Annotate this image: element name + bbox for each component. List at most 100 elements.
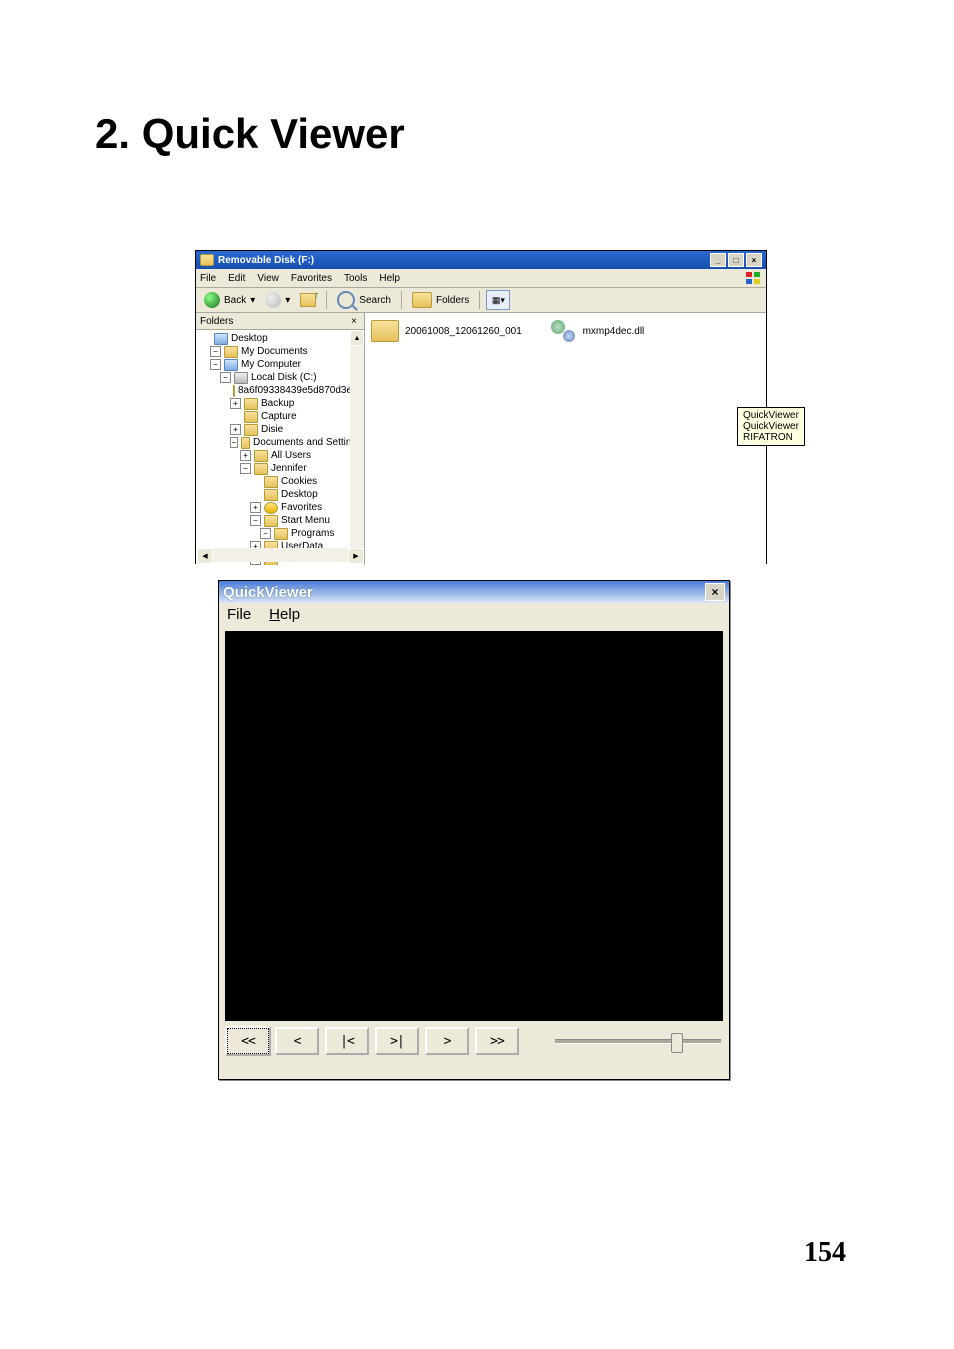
search-button[interactable]: Search — [333, 290, 395, 310]
sidebar-close-icon[interactable]: × — [348, 315, 360, 327]
close-button[interactable]: × — [705, 583, 725, 601]
expander-icon[interactable]: − — [250, 515, 261, 526]
expander-icon[interactable]: − — [210, 359, 221, 370]
views-button[interactable]: ▦▾ — [486, 290, 510, 310]
file-item-folder[interactable]: 20061008_12061260_001 — [371, 319, 522, 343]
forward-icon — [265, 292, 281, 308]
fastfwd-button[interactable]: >> — [475, 1027, 519, 1055]
tree-icon — [244, 398, 258, 410]
menu-edit[interactable]: Edit — [228, 273, 245, 284]
toolbar-separator — [479, 291, 480, 309]
toolbar-separator — [326, 291, 327, 309]
position-slider[interactable] — [555, 1039, 721, 1044]
scroll-right-icon[interactable]: ▶ — [348, 548, 364, 564]
close-button[interactable]: × — [746, 253, 762, 267]
menu-tools[interactable]: Tools — [344, 273, 367, 284]
scroll-left-icon[interactable]: ◀ — [197, 548, 213, 564]
folders-icon — [412, 292, 432, 308]
tree-scrollbar[interactable]: ▲ ▼ — [350, 330, 364, 565]
tree-icon — [241, 437, 250, 449]
tree-item[interactable]: − Jennifer — [200, 462, 362, 475]
expander-icon[interactable]: + — [230, 424, 241, 435]
tree-item[interactable]: Desktop — [200, 332, 362, 345]
tree-item[interactable]: + Favorites — [200, 501, 362, 514]
menu-help-mnemonic: H — [269, 606, 280, 623]
tree-icon — [264, 502, 278, 514]
expander-icon[interactable]: + — [250, 502, 261, 513]
menu-favorites[interactable]: Favorites — [291, 273, 332, 284]
tree-item[interactable]: −Local Disk (C:) — [200, 371, 362, 384]
tree-item[interactable]: Capture — [200, 410, 362, 423]
tree-label: Cookies — [281, 475, 317, 488]
folder-tree[interactable]: ▲ ▼ Desktop−My Documents−My Computer−Loc… — [196, 330, 364, 565]
tree-label: Desktop — [281, 488, 318, 501]
tree-item[interactable]: Desktop — [200, 488, 362, 501]
tree-label: Documents and Settings — [253, 436, 362, 449]
tree-item[interactable]: −My Documents — [200, 345, 362, 358]
first-button[interactable]: |< — [325, 1027, 369, 1055]
expander-icon[interactable]: − — [230, 437, 238, 448]
folder-icon — [371, 320, 399, 342]
back-icon — [204, 292, 220, 308]
rewind-button[interactable]: << — [227, 1028, 269, 1054]
tree-icon — [244, 424, 258, 436]
minimize-button[interactable]: _ — [710, 253, 726, 267]
scroll-up-icon[interactable]: ▲ — [350, 330, 364, 346]
tree-label: Desktop — [231, 332, 268, 345]
tree-item[interactable]: − Documents and Settings — [200, 436, 362, 449]
file-item-dll[interactable]: mxmp4dec.dll — [549, 319, 645, 343]
menu-file[interactable]: File — [227, 606, 251, 623]
page-number: 154 — [804, 1237, 846, 1269]
quickviewer-titlebar: QuickViewer × — [219, 581, 729, 603]
next-button[interactable]: > — [425, 1027, 469, 1055]
tree-label: All Users — [271, 449, 311, 462]
menu-help-rest: elp — [280, 606, 300, 623]
up-button[interactable] — [296, 290, 320, 310]
expander-icon[interactable]: − — [210, 346, 221, 357]
tree-icon — [244, 411, 258, 423]
menu-view[interactable]: View — [257, 273, 279, 284]
tree-item[interactable]: + All Users — [200, 449, 362, 462]
prev-button[interactable]: < — [275, 1027, 319, 1055]
menu-file[interactable]: File — [200, 273, 216, 284]
expander-icon[interactable]: + — [240, 450, 251, 461]
tree-item[interactable]: − Programs — [200, 527, 362, 540]
menu-help[interactable]: Help — [379, 273, 400, 284]
tree-item[interactable]: 8a6f09338439e5d870d3e6553c — [200, 384, 362, 397]
expander-icon[interactable]: + — [230, 398, 241, 409]
tree-item[interactable]: +Backup — [200, 397, 362, 410]
up-icon — [300, 293, 316, 307]
tooltip: QuickViewer QuickViewer RIFATRON — [737, 407, 805, 446]
expander-icon[interactable]: − — [260, 528, 271, 539]
tree-label: My Computer — [241, 358, 301, 371]
expander-icon[interactable]: − — [240, 463, 251, 474]
tree-icon — [214, 333, 228, 345]
tree-label: Capture — [261, 410, 297, 423]
explorer-content[interactable]: 20061008_12061260_001 mxmp4dec.dll Quick… — [365, 313, 766, 565]
tree-icon — [274, 528, 288, 540]
last-button[interactable]: >| — [375, 1027, 419, 1055]
folder-icon — [200, 254, 214, 266]
quickviewer-title-text: QuickViewer — [223, 584, 313, 601]
tree-h-scrollbar[interactable]: ◀ ▶ — [197, 548, 364, 562]
slider-thumb-icon[interactable] — [671, 1033, 683, 1053]
tree-label: Favorites — [281, 501, 322, 514]
maximize-button[interactable]: □ — [728, 253, 744, 267]
back-button[interactable]: Back ▾ — [200, 290, 259, 310]
sidebar-header: Folders × — [196, 313, 364, 330]
windows-logo-icon — [744, 270, 762, 286]
tree-icon — [224, 359, 238, 371]
tree-item[interactable]: −Start Menu — [200, 514, 362, 527]
sidebar-header-label: Folders — [200, 316, 233, 327]
file-name: 20061008_12061260_001 — [405, 326, 522, 337]
menu-help[interactable]: Help — [269, 606, 300, 623]
forward-button[interactable]: ▾ — [261, 290, 294, 310]
tree-label: Programs — [291, 527, 334, 540]
expander-icon[interactable]: − — [220, 372, 231, 383]
explorer-menubar: File Edit View Favorites Tools Help — [196, 269, 766, 288]
tree-item[interactable]: +Disie — [200, 423, 362, 436]
tree-item[interactable]: − My Computer — [200, 358, 362, 371]
tree-label: Jennifer — [271, 462, 307, 475]
folders-button[interactable]: Folders — [408, 290, 473, 310]
tree-item[interactable]: Cookies — [200, 475, 362, 488]
